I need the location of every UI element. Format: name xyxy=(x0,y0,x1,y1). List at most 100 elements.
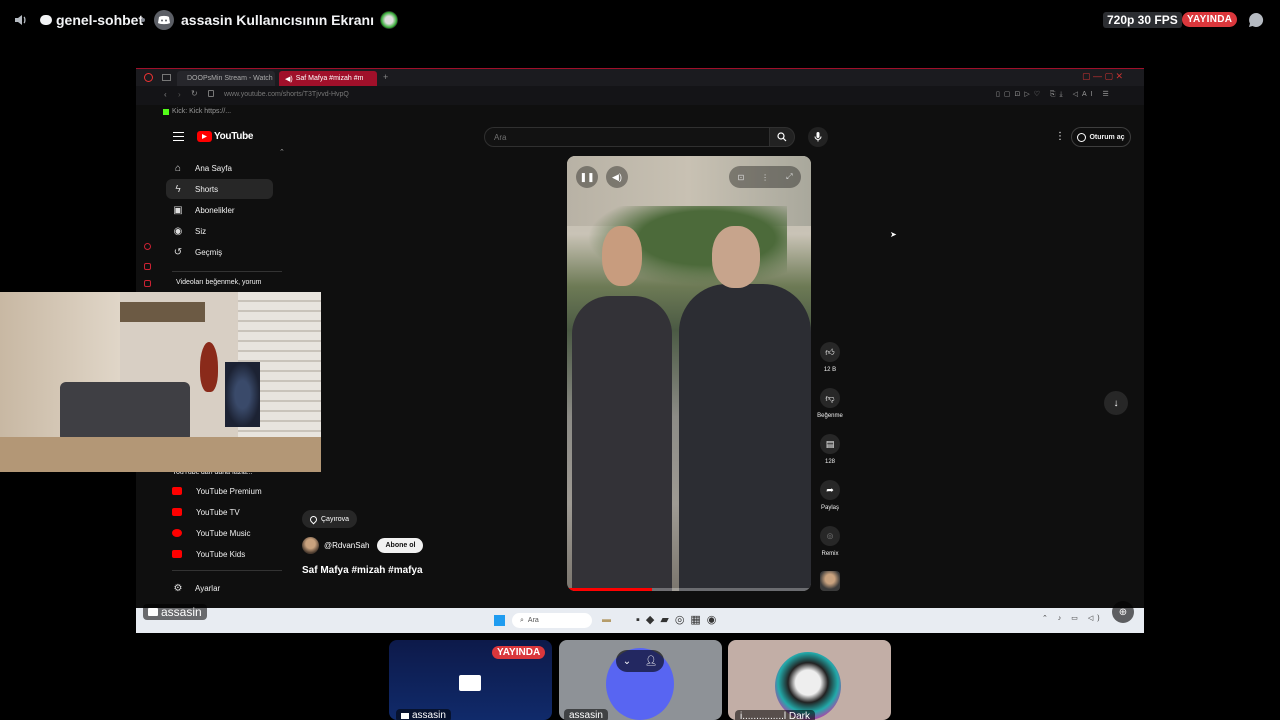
taskbar-widget-icon[interactable]: ▬ xyxy=(602,614,611,624)
participant-name: i...............l Dark xyxy=(735,710,816,720)
collapse-icon[interactable]: ⌃ xyxy=(279,148,285,156)
location-pin-icon xyxy=(308,514,319,524)
arrow-down-icon: ↓ xyxy=(1113,397,1119,409)
new-tab-button[interactable]: + xyxy=(383,72,388,82)
forward-icon[interactable]: › xyxy=(178,90,181,99)
channel-name[interactable]: genel-sohbet xyxy=(40,12,143,28)
sidebar-app-icon[interactable] xyxy=(144,280,151,287)
browser-tab[interactable]: DOOPsMin Stream - Watch xyxy=(177,71,275,86)
subscribe-button[interactable]: Abone ol xyxy=(377,538,424,553)
live-badge: YAYINDA xyxy=(492,646,546,659)
sidebar-item-shorts[interactable]: ϟ Shorts xyxy=(166,179,273,199)
separator-dot xyxy=(141,18,145,22)
system-tray[interactable]: ⌃ ♪ ▭ ◁) xyxy=(1042,614,1104,622)
webcam-sofa xyxy=(60,382,190,442)
pause-button[interactable]: ❚❚ xyxy=(576,166,598,188)
tile-controls[interactable]: ⌄ 👤︎ xyxy=(616,650,664,672)
youtube-play-icon xyxy=(197,131,212,142)
youtube-logo[interactable]: YouTube xyxy=(197,131,254,142)
webcam-shelf xyxy=(120,302,205,322)
hamburger-menu-icon[interactable] xyxy=(173,132,184,141)
sidebar-item-home[interactable]: ⌂ Ana Sayfa xyxy=(166,158,273,178)
bookmark-item[interactable]: Kick: Kick https://... xyxy=(163,108,231,115)
mic-icon xyxy=(814,132,822,142)
volume-icon[interactable] xyxy=(13,12,29,28)
short-video-player[interactable]: ❚❚ ◀) ⊡ ⋮ ⤢ xyxy=(567,156,811,591)
webcam-guitar xyxy=(200,342,218,392)
screen-share-icon xyxy=(148,608,158,616)
comment-icon: ▤ xyxy=(820,434,840,454)
participant-tile[interactable]: YAYINDA assasin xyxy=(389,640,552,720)
opera-logo-icon xyxy=(144,73,153,82)
sidebar-app-icon[interactable] xyxy=(144,263,151,270)
sidebar-app-icon[interactable] xyxy=(144,243,151,250)
short-title[interactable]: Saf Mafya #mizah #mafya xyxy=(302,565,423,576)
dislike-button[interactable]: 👎︎ Beğenme xyxy=(817,388,843,419)
video-person-right-head xyxy=(712,226,760,288)
taskbar-search[interactable]: ⌕ Ara xyxy=(512,613,592,628)
discord-logo-icon xyxy=(154,10,174,30)
sidebar-item-tv[interactable]: YouTube TV xyxy=(166,502,273,522)
sound-thumbnail[interactable] xyxy=(820,571,840,591)
youtube-tv-icon xyxy=(172,508,182,516)
url-field[interactable]: www.youtube.com/shorts/T3Tjvvd-HvpQ xyxy=(224,91,349,98)
channel-name[interactable]: @RdvanSah xyxy=(324,541,369,550)
taskbar-app-icons[interactable]: ▪◆▰◎▦◉ xyxy=(636,613,722,626)
history-icon: ↺ xyxy=(173,246,183,258)
sidebar-item-settings[interactable]: ⚙ Ayarlar xyxy=(166,578,273,598)
sidebar-item-premium[interactable]: YouTube Premium xyxy=(166,481,273,501)
divider xyxy=(172,570,282,571)
search-button[interactable] xyxy=(769,127,795,147)
more-icon[interactable]: ⋮ xyxy=(761,173,769,182)
toolbar-icons[interactable]: ▯▢⊡▷♡ ⎘⤓ ◁AI ☰ xyxy=(996,90,1113,99)
sidebar-item-subscriptions[interactable]: ▣ Abonelikler xyxy=(166,200,273,220)
channel-row: @RdvanSah Abone ol xyxy=(302,537,424,554)
participant-name: assasin xyxy=(564,709,608,720)
sidebar-item-kids[interactable]: YouTube Kids xyxy=(166,544,273,564)
window-controls[interactable]: ▢ — ▢ ✕ xyxy=(1082,71,1123,82)
participant-tile[interactable]: i...............l Dark xyxy=(728,640,891,720)
chat-icon[interactable] xyxy=(1248,12,1264,33)
zoom-button[interactable]: ⊕ xyxy=(1112,601,1134,623)
search-icon: ⌕ xyxy=(520,616,524,624)
location-chip[interactable]: Çayırova xyxy=(302,510,358,528)
comment-button[interactable]: ▤ 128 xyxy=(819,434,841,465)
speaker-icon: ◀) xyxy=(285,75,293,83)
shorts-icon: ϟ xyxy=(175,183,181,195)
video-person-left xyxy=(572,296,672,591)
captions-icon[interactable]: ⊡ xyxy=(737,173,744,182)
participant-tile[interactable]: ⌄ 👤︎ assasin xyxy=(559,640,722,720)
add-friend-icon[interactable]: 👤︎ xyxy=(645,656,658,667)
next-short-button[interactable]: ↓ xyxy=(1104,391,1128,415)
sidebar-item-you[interactable]: ◉ Siz xyxy=(166,221,273,241)
lock-icon xyxy=(208,90,214,97)
divider xyxy=(172,271,282,272)
search-input[interactable]: Ara xyxy=(484,127,770,147)
sidebar-item-history[interactable]: ↺ Geçmiş xyxy=(166,242,273,262)
progress-track[interactable] xyxy=(567,588,811,591)
pause-icon: ❚❚ xyxy=(579,171,595,182)
webcam-floor xyxy=(0,437,321,472)
reload-icon[interactable]: ↻ xyxy=(191,89,198,98)
windows-start-icon[interactable] xyxy=(494,615,505,626)
back-icon[interactable]: ‹ xyxy=(164,90,167,99)
workspaces-icon[interactable] xyxy=(162,74,171,81)
bookmarks-bar: Kick: Kick https://... xyxy=(136,105,1144,119)
chevron-down-icon[interactable]: ⌄ xyxy=(623,656,631,667)
webcam-overlay[interactable] xyxy=(0,292,321,472)
fullscreen-icon[interactable]: ⤢ xyxy=(786,172,792,182)
remix-button[interactable]: ⊚ Remix xyxy=(819,526,841,557)
more-options-icon[interactable]: ⋮ xyxy=(1055,131,1065,142)
discord-top-bar: genel-sohbet assasin Kullanıcısının Ekra… xyxy=(0,0,1280,40)
youtube-music-icon xyxy=(172,529,182,537)
share-button[interactable]: ➦ Paylaş xyxy=(819,480,841,511)
browser-tab-active[interactable]: ◀) Saf Mafya #mizah #m xyxy=(279,71,377,86)
sidebar-item-music[interactable]: YouTube Music xyxy=(166,523,273,543)
video-top-controls: ⊡ ⋮ ⤢ xyxy=(729,166,801,188)
mic-button[interactable] xyxy=(808,127,828,147)
like-button[interactable]: 👍︎ 12 B xyxy=(819,342,841,373)
channel-avatar[interactable] xyxy=(302,537,319,554)
signin-button[interactable]: Oturum aç xyxy=(1071,127,1131,147)
progress-fill xyxy=(567,588,653,591)
volume-button[interactable]: ◀) xyxy=(606,166,628,188)
